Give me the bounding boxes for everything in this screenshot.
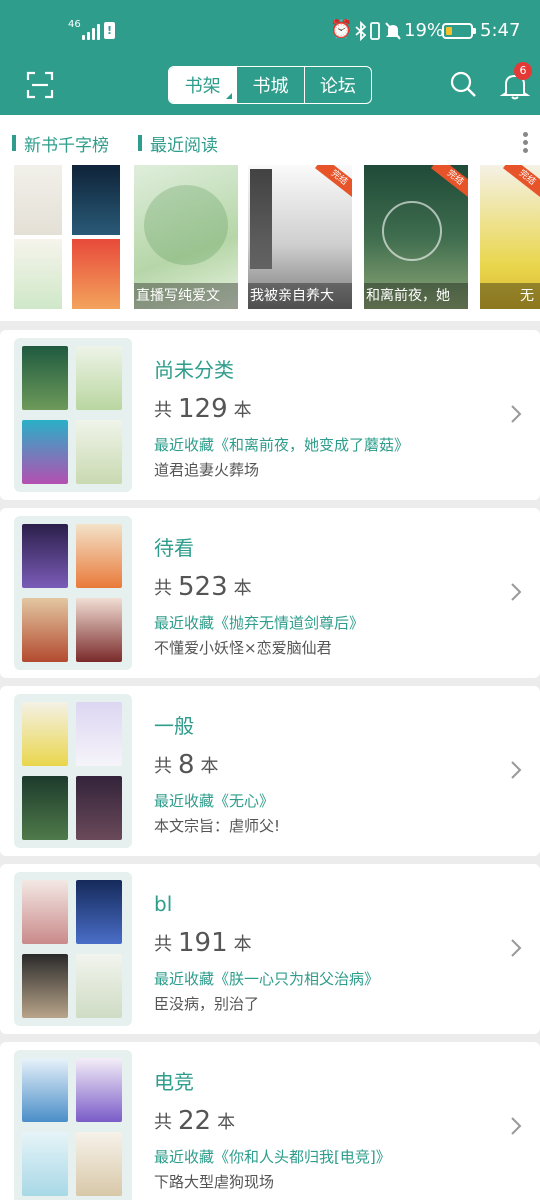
tab-bookstore[interactable]: 书城 (236, 67, 303, 103)
rank-book-2[interactable]: 直播写纯爱文 (134, 165, 238, 309)
mute-icon (385, 22, 401, 40)
tab-recent-reading[interactable]: 最近阅读 (138, 133, 218, 156)
shelf-card-general[interactable]: 一般 共 8 本 最近收藏《无心》 本文宗旨：虐师父! (0, 686, 540, 856)
shelf-thumbnails (14, 338, 132, 492)
shelf-thumbnails (14, 1050, 132, 1200)
main-tabs: 书架 书城 论坛 (168, 66, 372, 104)
shelf-thumbnails (14, 694, 132, 848)
battery-icon (442, 23, 476, 39)
chevron-right-icon (511, 405, 522, 423)
shelf-card-unsorted[interactable]: 尚未分类 共 129 本 最近收藏《和离前夜，她变成了蘑菇》 道君追妻火葬场 (0, 330, 540, 500)
shelf-count: 共 22 本 (154, 1106, 236, 1136)
shelf-title: 电竞 (154, 1070, 194, 1094)
shelf-description: 道君追妻火葬场 (154, 461, 260, 479)
tab-forum[interactable]: 论坛 (303, 67, 371, 103)
shelf-recent-book: 最近收藏《无心》 (154, 792, 275, 810)
shelf-recent-book: 最近收藏《你和人头都归我[电竞]》 (154, 1148, 391, 1166)
chevron-right-icon (511, 939, 522, 957)
search-icon[interactable] (449, 70, 477, 98)
tab-new-books-rank[interactable]: 新书千字榜 (12, 133, 109, 156)
shelf-thumbnails (14, 872, 132, 1026)
shelf-title: 一般 (154, 714, 194, 738)
shelf-description: 臣没病，别治了 (154, 995, 260, 1013)
rank-book-1[interactable] (14, 165, 122, 309)
shelf-count: 共 191 本 (154, 928, 252, 958)
more-icon[interactable] (522, 132, 530, 154)
shelf-card-to-read[interactable]: 待看 共 523 本 最近收藏《抛弃无情道剑尊后》 不懂爱小妖怪×恋爱脑仙君 (0, 508, 540, 678)
shelf-card-bl[interactable]: bl 共 191 本 最近收藏《朕一心只为相父治病》 臣没病，别治了 (0, 864, 540, 1034)
sim-alert-icon (104, 22, 115, 39)
shelf-thumbnails (14, 516, 132, 670)
vibrate-icon (370, 22, 380, 40)
shelf-description: 下路大型虐狗现场 (154, 1173, 275, 1191)
rank-strip: 新书千字榜 最近阅读 直播写纯爱文 完结 我被亲自养大 完结 和离前夜，她 完结… (0, 115, 540, 321)
shelf-card-esports[interactable]: 电竞 共 22 本 最近收藏《你和人头都归我[电竞]》 下路大型虐狗现场 (0, 1042, 540, 1200)
alarm-icon: ⏰ (330, 19, 353, 40)
shelf-description: 不懂爱小妖怪×恋爱脑仙君 (154, 639, 332, 657)
app-header: 46 ⏰ 19% 5:47 书架 书城 论坛 6 (0, 0, 540, 115)
battery-percent: 19% (404, 20, 445, 41)
shelf-title: 尚未分类 (154, 358, 234, 382)
chevron-right-icon (511, 761, 522, 779)
notification-badge: 6 (514, 62, 532, 80)
shelf-count: 共 8 本 (154, 750, 219, 780)
chevron-right-icon (511, 583, 522, 601)
shelf-count: 共 523 本 (154, 572, 252, 602)
shelf-title: bl (154, 892, 173, 916)
shelf-count: 共 129 本 (154, 394, 252, 424)
chevron-right-icon (511, 1117, 522, 1135)
shelf-description: 本文宗旨：虐师父! (154, 817, 281, 835)
clock: 5:47 (480, 20, 521, 41)
bluetooth-icon (355, 21, 367, 41)
rank-book-3[interactable]: 完结 我被亲自养大 (248, 165, 352, 309)
scan-icon[interactable] (26, 71, 54, 99)
shelf-title: 待看 (154, 536, 194, 560)
rank-book-5[interactable]: 完结 无 (480, 165, 540, 309)
shelf-recent-book: 最近收藏《和离前夜，她变成了蘑菇》 (154, 436, 410, 454)
shelf-recent-book: 最近收藏《抛弃无情道剑尊后》 (154, 614, 365, 632)
rank-book-4[interactable]: 完结 和离前夜，她 (364, 165, 468, 309)
network-type: 46 (68, 19, 81, 30)
shelf-recent-book: 最近收藏《朕一心只为相父治病》 (154, 970, 380, 988)
tab-bookshelf[interactable]: 书架 (169, 67, 237, 103)
status-bar: 46 ⏰ 19% 5:47 (0, 0, 540, 62)
signal-icon (82, 24, 102, 40)
